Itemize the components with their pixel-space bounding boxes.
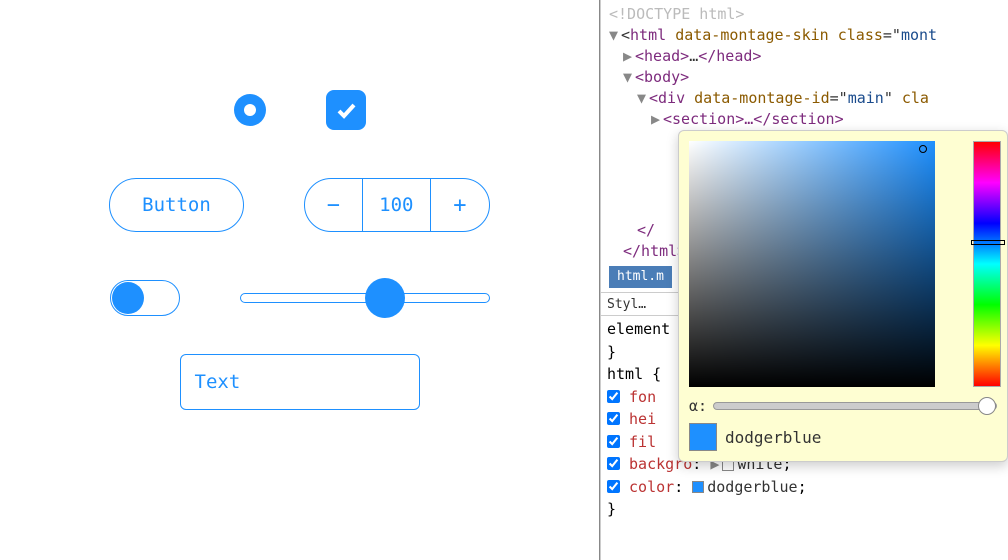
css-toggle[interactable] [607, 390, 620, 403]
color-name-text: dodgerblue [725, 428, 821, 447]
number-stepper: − 100 + [304, 178, 490, 232]
breadcrumb[interactable]: html.m [609, 266, 672, 288]
hue-bar[interactable] [973, 141, 1001, 387]
stepper-value: 100 [363, 179, 431, 231]
css-prop-color[interactable]: color: dodgerblue; [607, 476, 1002, 499]
toggle-knob [112, 282, 144, 314]
alpha-thumb[interactable] [978, 397, 996, 415]
body-element-line[interactable]: ▼<body> [609, 67, 1000, 88]
doctype-line: <!DOCTYPE html> [609, 4, 1000, 25]
color-swatch [689, 423, 717, 451]
alpha-label: α: [689, 397, 707, 415]
saturation-box[interactable] [689, 141, 935, 387]
css-toggle[interactable] [607, 412, 620, 425]
head-element-line[interactable]: ▶<head>…</head> [609, 46, 1000, 67]
devtools-pane: <!DOCTYPE html> ▼<html data-montage-skin… [600, 0, 1008, 560]
hue-indicator[interactable] [971, 240, 1005, 245]
section-element-line[interactable]: ▶<section>…</section> [609, 109, 1000, 130]
stepper-increment[interactable]: + [431, 179, 489, 231]
slider[interactable] [240, 293, 490, 303]
radio-button[interactable] [234, 94, 266, 126]
css-toggle[interactable] [607, 480, 620, 493]
html-element-line[interactable]: ▼<html data-montage-skin class="mont [609, 25, 1000, 46]
swatch-dodgerblue[interactable] [692, 481, 704, 493]
stepper-decrement[interactable]: − [305, 179, 363, 231]
toggle-switch[interactable] [110, 280, 180, 316]
text-button[interactable]: Button [109, 178, 244, 232]
text-input[interactable]: Text [180, 354, 420, 410]
ui-preview-pane: Button − 100 + Text [0, 0, 600, 560]
color-picker-popup[interactable]: α: dodgerblue [678, 130, 1008, 462]
css-toggle[interactable] [607, 457, 620, 470]
saturation-indicator[interactable] [919, 145, 927, 153]
slider-thumb[interactable] [365, 278, 405, 318]
alpha-slider[interactable] [713, 402, 997, 410]
css-toggle[interactable] [607, 435, 620, 448]
checkbox-checked[interactable] [326, 90, 366, 130]
div-element-line[interactable]: ▼<div data-montage-id="main" cla [609, 88, 1000, 109]
radio-dot [244, 104, 256, 116]
check-icon [334, 98, 358, 122]
